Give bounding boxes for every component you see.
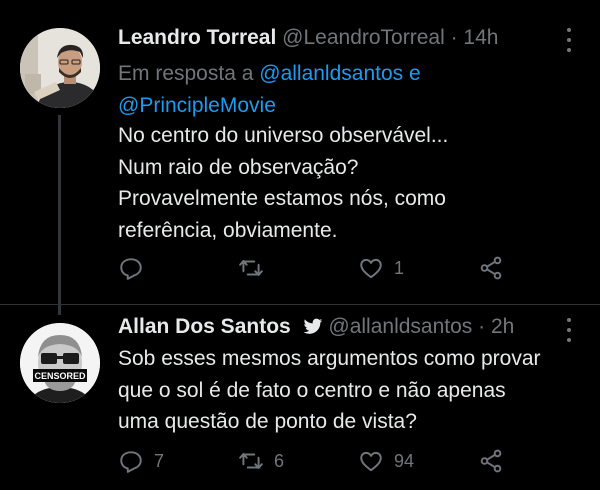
avatar[interactable]: CENSORED — [20, 323, 100, 403]
retweet-button[interactable]: 6 — [238, 448, 284, 474]
tweet-1-header: Leandro Torreal @LeandroTorreal · 14h — [118, 26, 498, 50]
tweet-2-actions: 7 6 94 — [118, 448, 518, 478]
reply-mention-2[interactable]: @PrincipleMovie — [118, 94, 276, 117]
avatar-photo: CENSORED — [20, 323, 100, 403]
more-options-icon[interactable] — [566, 28, 572, 52]
tweet-2-header: Allan Dos Santos @allanldsantos · 2h — [118, 315, 514, 342]
like-button[interactable]: 94 — [358, 448, 414, 474]
timestamp[interactable]: 14h — [463, 26, 498, 49]
tweet-line: referência, obviamente. — [118, 218, 338, 242]
reply-button[interactable] — [118, 255, 154, 281]
retweet-button[interactable] — [238, 255, 274, 281]
retweet-icon — [239, 452, 263, 470]
separator: · — [478, 315, 486, 338]
tweet-1-actions: 1 — [118, 255, 518, 285]
author-handle[interactable]: @allanldsantos — [328, 315, 472, 338]
reply-conj: e — [409, 62, 421, 85]
reply-context: Em resposta a @allanldsantos e @Principl… — [118, 58, 578, 122]
twitter-bird-icon — [303, 318, 323, 342]
share-icon — [480, 256, 502, 280]
share-icon — [480, 449, 502, 473]
like-count: 94 — [394, 450, 415, 471]
share-button[interactable] — [478, 255, 504, 281]
author-name[interactable]: Leandro Torreal — [118, 26, 276, 49]
censored-label: CENSORED — [34, 371, 86, 381]
tweet-line: Sob esses mesmos argumentos como provar — [118, 347, 541, 370]
reply-mention-1[interactable]: @allanldsantos — [259, 62, 403, 85]
timestamp[interactable]: 2h — [491, 315, 514, 338]
tweet-1-text: No centro do universo observável... Num … — [118, 120, 588, 246]
reply-prefix: Em resposta a — [118, 62, 254, 85]
reply-icon — [120, 451, 142, 473]
like-count: 1 — [394, 257, 405, 278]
reply-button[interactable]: 7 — [118, 448, 164, 474]
share-button[interactable] — [478, 448, 504, 474]
author-handle[interactable]: @LeandroTorreal — [282, 26, 445, 49]
retweet-count: 6 — [274, 450, 285, 471]
separator: · — [450, 26, 458, 49]
retweet-icon — [239, 259, 263, 277]
avatar-photo — [20, 28, 100, 108]
tweet-line: que o sol é de fato o centro e não apena… — [118, 378, 506, 402]
reply-icon — [120, 258, 142, 280]
tweet-line: No centro do universo observável... — [118, 124, 449, 147]
tweet-line: Num raio de observação? — [118, 155, 359, 179]
tweet-2-text: Sob esses mesmos argumentos como provar … — [118, 343, 588, 438]
like-icon — [360, 451, 382, 472]
like-icon — [360, 258, 382, 279]
like-button[interactable]: 1 — [358, 255, 404, 281]
avatar[interactable] — [20, 28, 100, 108]
reply-count: 7 — [154, 450, 165, 471]
author-name[interactable]: Allan Dos Santos — [118, 315, 291, 338]
thread-line — [58, 115, 61, 315]
more-options-icon[interactable] — [566, 318, 572, 342]
tweet-line: uma questão de ponto de vista? — [118, 410, 417, 433]
tweet-line: Provavelmente estamos nós, como — [118, 187, 446, 210]
